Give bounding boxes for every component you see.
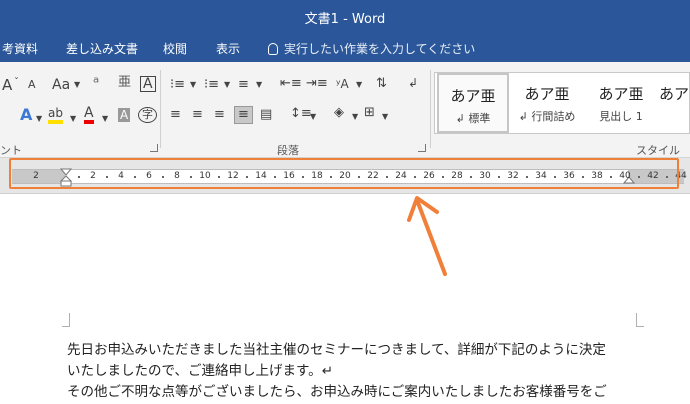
shrink-font-icon[interactable]: ˇ <box>14 76 19 90</box>
paragraph-mark-icon: ↲ <box>518 110 528 123</box>
enclose-characters-icon[interactable]: 字 <box>138 107 157 123</box>
sort-icon[interactable]: ⇅ <box>376 77 387 91</box>
character-border-icon[interactable]: A <box>140 76 156 92</box>
group-divider <box>430 70 431 148</box>
annotation-arrow-icon <box>407 196 447 276</box>
margin-corner-mark <box>62 313 70 327</box>
tab-references[interactable]: 考資料 <box>2 40 38 57</box>
chevron-down-icon[interactable]: ▼ <box>102 112 108 126</box>
paragraph-dialog-launcher[interactable] <box>418 144 426 152</box>
window-title: 文書1 - Word <box>304 12 386 27</box>
chevron-down-icon[interactable]: ▼ <box>36 112 42 126</box>
style-normal[interactable]: あア亜 ↲ 標準 <box>437 73 509 133</box>
title-bar: 文書1 - Word <box>0 0 690 32</box>
chevron-down-icon[interactable]: ▼ <box>310 110 316 124</box>
ruler-highlight-box <box>9 158 679 189</box>
group-divider <box>160 70 161 148</box>
ribbon: A ˇ A Aa ▼ ᵃ 亜 A A ▼ ab ▼ A ▼ A 字 ント ⁝≡ … <box>0 62 690 158</box>
document-line: 先日お申込みいただきました当社主催のセミナーにつきまして、詳細が下記のように決定 <box>67 342 606 358</box>
phonetic-guide-icon[interactable]: 亜 <box>118 76 131 90</box>
shading-icon[interactable]: ◈ <box>334 106 344 120</box>
line-spacing-icon[interactable]: ↕≡ <box>290 107 312 121</box>
tab-mailings[interactable]: 差し込み文書 <box>66 40 138 57</box>
margin-corner-mark <box>636 313 644 327</box>
tell-me-search[interactable]: 実行したい作業を入力してください <box>268 40 475 57</box>
multilevel-list-icon[interactable]: ≡ <box>238 78 249 92</box>
chevron-down-icon[interactable]: ▼ <box>224 78 230 92</box>
paragraph-mark-icon: ↲ <box>455 112 465 125</box>
styles-gallery: あア亜 ↲ 標準 あア亜 ↲ 行間詰め あア亜 見出し 1 あア <box>434 72 690 134</box>
style-name: 見出し 1 <box>599 110 643 123</box>
font-color-icon[interactable]: A <box>84 106 94 124</box>
paragraph-group-label: 段落 <box>277 144 299 157</box>
align-right-icon[interactable]: ≡ <box>214 108 225 122</box>
clear-format-icon[interactable]: ᵃ <box>93 75 99 91</box>
ribbon-tabs: 考資料 差し込み文書 校閲 表示 実行したい作業を入力してください <box>0 32 690 62</box>
document-body[interactable]: 先日お申込みいただきました当社主催のセミナーにつきまして、詳細が下記のように決定… <box>67 340 647 403</box>
style-heading-1[interactable]: あア亜 見出し 1 <box>585 73 657 133</box>
document-line: その他ご不明な点等がございましたら、お申込み時にご案内いたしましたお客様番号をご <box>67 384 607 400</box>
tell-me-label: 実行したい作業を入力してください <box>284 42 476 56</box>
align-center-icon[interactable]: ≡ <box>192 108 203 122</box>
shrink-font-button[interactable]: A <box>28 78 36 92</box>
chevron-down-icon[interactable]: ▼ <box>70 112 76 126</box>
tab-review[interactable]: 校閲 <box>163 40 187 57</box>
chevron-down-icon[interactable]: ▼ <box>190 78 196 92</box>
style-no-spacing[interactable]: あア亜 ↲ 行間詰め <box>511 73 583 133</box>
distributed-icon[interactable]: ▤ <box>260 108 272 122</box>
chevron-down-icon[interactable]: ▼ <box>256 78 262 92</box>
style-name: 行間詰め <box>531 110 576 123</box>
decrease-indent-icon[interactable]: ⇤≡ <box>280 77 302 91</box>
chevron-down-icon[interactable]: ▼ <box>74 78 80 92</box>
numbering-icon[interactable]: ⁝≡ <box>204 78 219 92</box>
style-sample: あア亜 <box>450 87 496 105</box>
chevron-down-icon[interactable]: ▼ <box>352 110 358 124</box>
tab-view[interactable]: 表示 <box>216 40 240 57</box>
style-sample: あア <box>659 85 690 103</box>
increase-indent-icon[interactable]: ⇥≡ <box>306 77 328 91</box>
grow-font-icon[interactable]: A <box>2 78 12 93</box>
show-formatting-icon[interactable]: ↲ <box>408 76 418 90</box>
style-sample: あア亜 <box>598 85 644 103</box>
font-group-label: ント <box>0 144 22 157</box>
document-line: いたしましたので、ご連絡申し上げます。↵ <box>67 363 333 379</box>
character-shading-icon[interactable]: A <box>118 108 131 122</box>
asian-layout-icon[interactable]: ʸA <box>336 77 349 91</box>
align-left-icon[interactable]: ≡ <box>170 108 181 122</box>
justify-icon[interactable]: ≡ <box>234 106 253 124</box>
bullets-icon[interactable]: ⁝≡ <box>170 78 185 92</box>
change-case-icon[interactable]: Aa <box>52 78 70 92</box>
font-dialog-launcher[interactable] <box>150 144 158 152</box>
style-name: 標準 <box>468 112 491 125</box>
style-sample: あア亜 <box>524 85 570 103</box>
style-next[interactable]: あア <box>659 73 690 133</box>
styles-group-label: スタイル <box>636 144 680 157</box>
text-effects-icon[interactable]: A <box>20 107 32 123</box>
chevron-down-icon[interactable]: ▼ <box>356 78 362 92</box>
lightbulb-icon <box>268 43 278 55</box>
highlight-color-icon[interactable]: ab <box>48 106 63 124</box>
borders-icon[interactable]: ⊞ <box>364 106 375 120</box>
chevron-down-icon[interactable]: ▼ <box>382 110 388 124</box>
